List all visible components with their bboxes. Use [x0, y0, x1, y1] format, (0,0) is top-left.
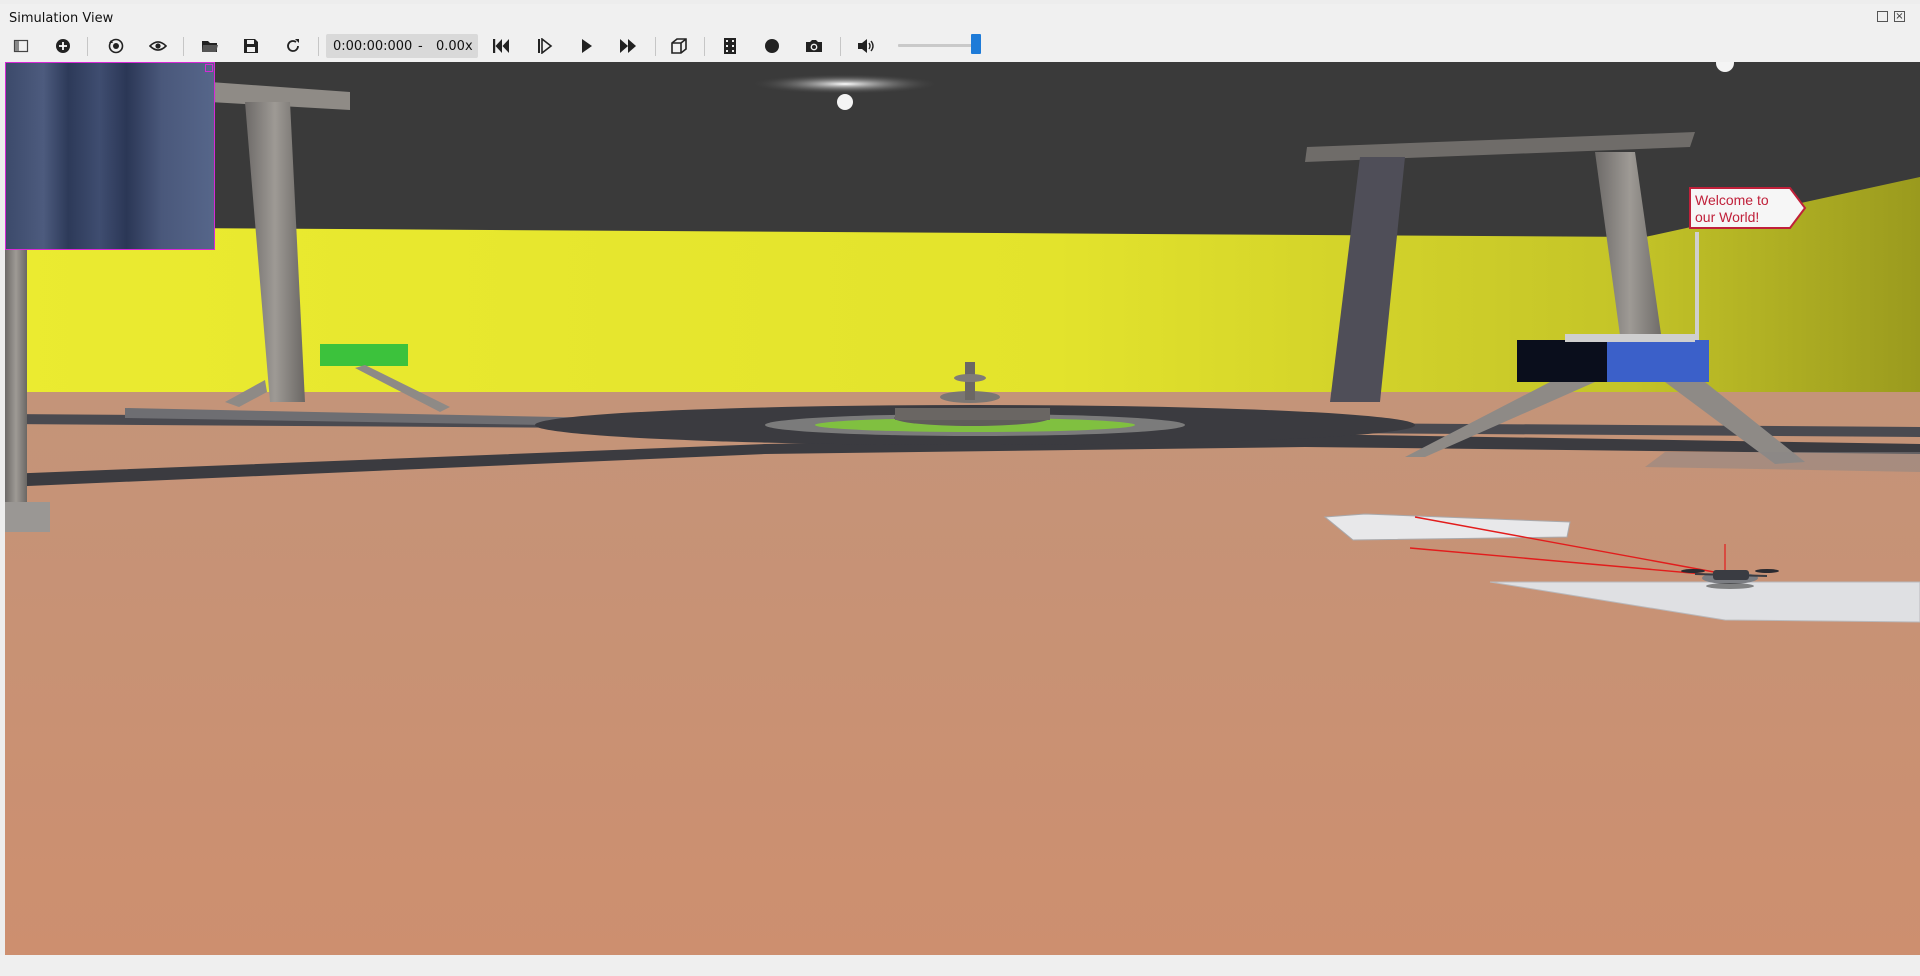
overlay-resize-handle[interactable]	[205, 64, 213, 72]
fast-forward-button[interactable]	[615, 34, 641, 58]
pillar	[5, 232, 27, 522]
save-icon	[244, 39, 258, 53]
box-lid	[1565, 334, 1695, 342]
eye-button[interactable]	[145, 34, 171, 58]
camera-icon	[806, 40, 822, 52]
fountain-base	[895, 408, 1050, 420]
light-glow	[750, 74, 940, 94]
toolbar-separator	[840, 37, 841, 56]
open-world-button[interactable]	[197, 34, 223, 58]
reload-world-button[interactable]	[280, 34, 306, 58]
toolbar-separator	[655, 37, 656, 56]
volume-icon	[858, 39, 874, 53]
float-window-icon[interactable]	[1877, 11, 1888, 22]
simulation-view-window: Simulation View × 0:00:00:000 - 0.00x We…	[0, 0, 1920, 976]
title-bar: Simulation View ×	[0, 4, 1920, 30]
sign-text-line2: our World!	[1695, 209, 1759, 225]
toolbar-separator	[183, 37, 184, 56]
volume-slider-handle[interactable]	[970, 34, 981, 54]
close-window-icon[interactable]: ×	[1894, 11, 1905, 22]
screenshot-button[interactable]	[801, 34, 827, 58]
cube-icon	[671, 38, 687, 54]
play-icon	[582, 39, 592, 53]
toggle-panel-icon	[13, 39, 29, 53]
save-world-button[interactable]	[238, 34, 264, 58]
sound-button[interactable]	[853, 34, 879, 58]
floor	[5, 392, 1920, 955]
fast-forward-icon	[620, 39, 636, 53]
step-icon	[538, 38, 553, 54]
play-button[interactable]	[574, 34, 600, 58]
sign-text-line1: Welcome to	[1695, 192, 1769, 208]
toolbar-separator	[87, 37, 88, 56]
movie-button[interactable]	[717, 34, 743, 58]
add-node-button[interactable]	[50, 34, 76, 58]
green-box	[320, 344, 408, 366]
simulation-time: 0:00:00:000	[333, 39, 413, 54]
step-button[interactable]	[532, 34, 558, 58]
toolbar-separator	[704, 37, 705, 56]
3d-viewport[interactable]: Welcome to our World!	[5, 62, 1920, 955]
view-cube-button[interactable]	[666, 34, 692, 58]
add-circle-icon	[56, 39, 70, 53]
reset-simulation-button[interactable]	[488, 34, 514, 58]
folder-open-icon	[202, 41, 218, 52]
reload-icon	[287, 39, 299, 52]
stone-block	[5, 502, 50, 532]
status-bar	[0, 955, 1920, 976]
fountain-tier-top	[954, 374, 986, 382]
rotate-view-icon	[108, 38, 124, 54]
record-icon	[765, 39, 779, 53]
blue-box	[1607, 340, 1709, 382]
light-bulb	[837, 94, 853, 110]
simulation-speed: 0.00x	[436, 39, 473, 54]
scene-render: Welcome to our World!	[5, 62, 1920, 955]
simulation-time-display: 0:00:00:000 - 0.00x	[326, 34, 478, 58]
eye-icon	[149, 41, 167, 51]
volume-slider[interactable]	[898, 44, 980, 47]
time-separator: -	[418, 39, 423, 54]
skip-back-icon	[493, 39, 509, 53]
toolbar-separator	[318, 37, 319, 56]
record-button[interactable]	[759, 34, 785, 58]
toggle-panel-button[interactable]	[8, 34, 34, 58]
dark-box	[1517, 340, 1612, 382]
camera-overlay[interactable]	[5, 62, 215, 250]
film-icon	[724, 38, 736, 54]
window-title: Simulation View	[9, 11, 114, 26]
change-view-button[interactable]	[103, 34, 129, 58]
